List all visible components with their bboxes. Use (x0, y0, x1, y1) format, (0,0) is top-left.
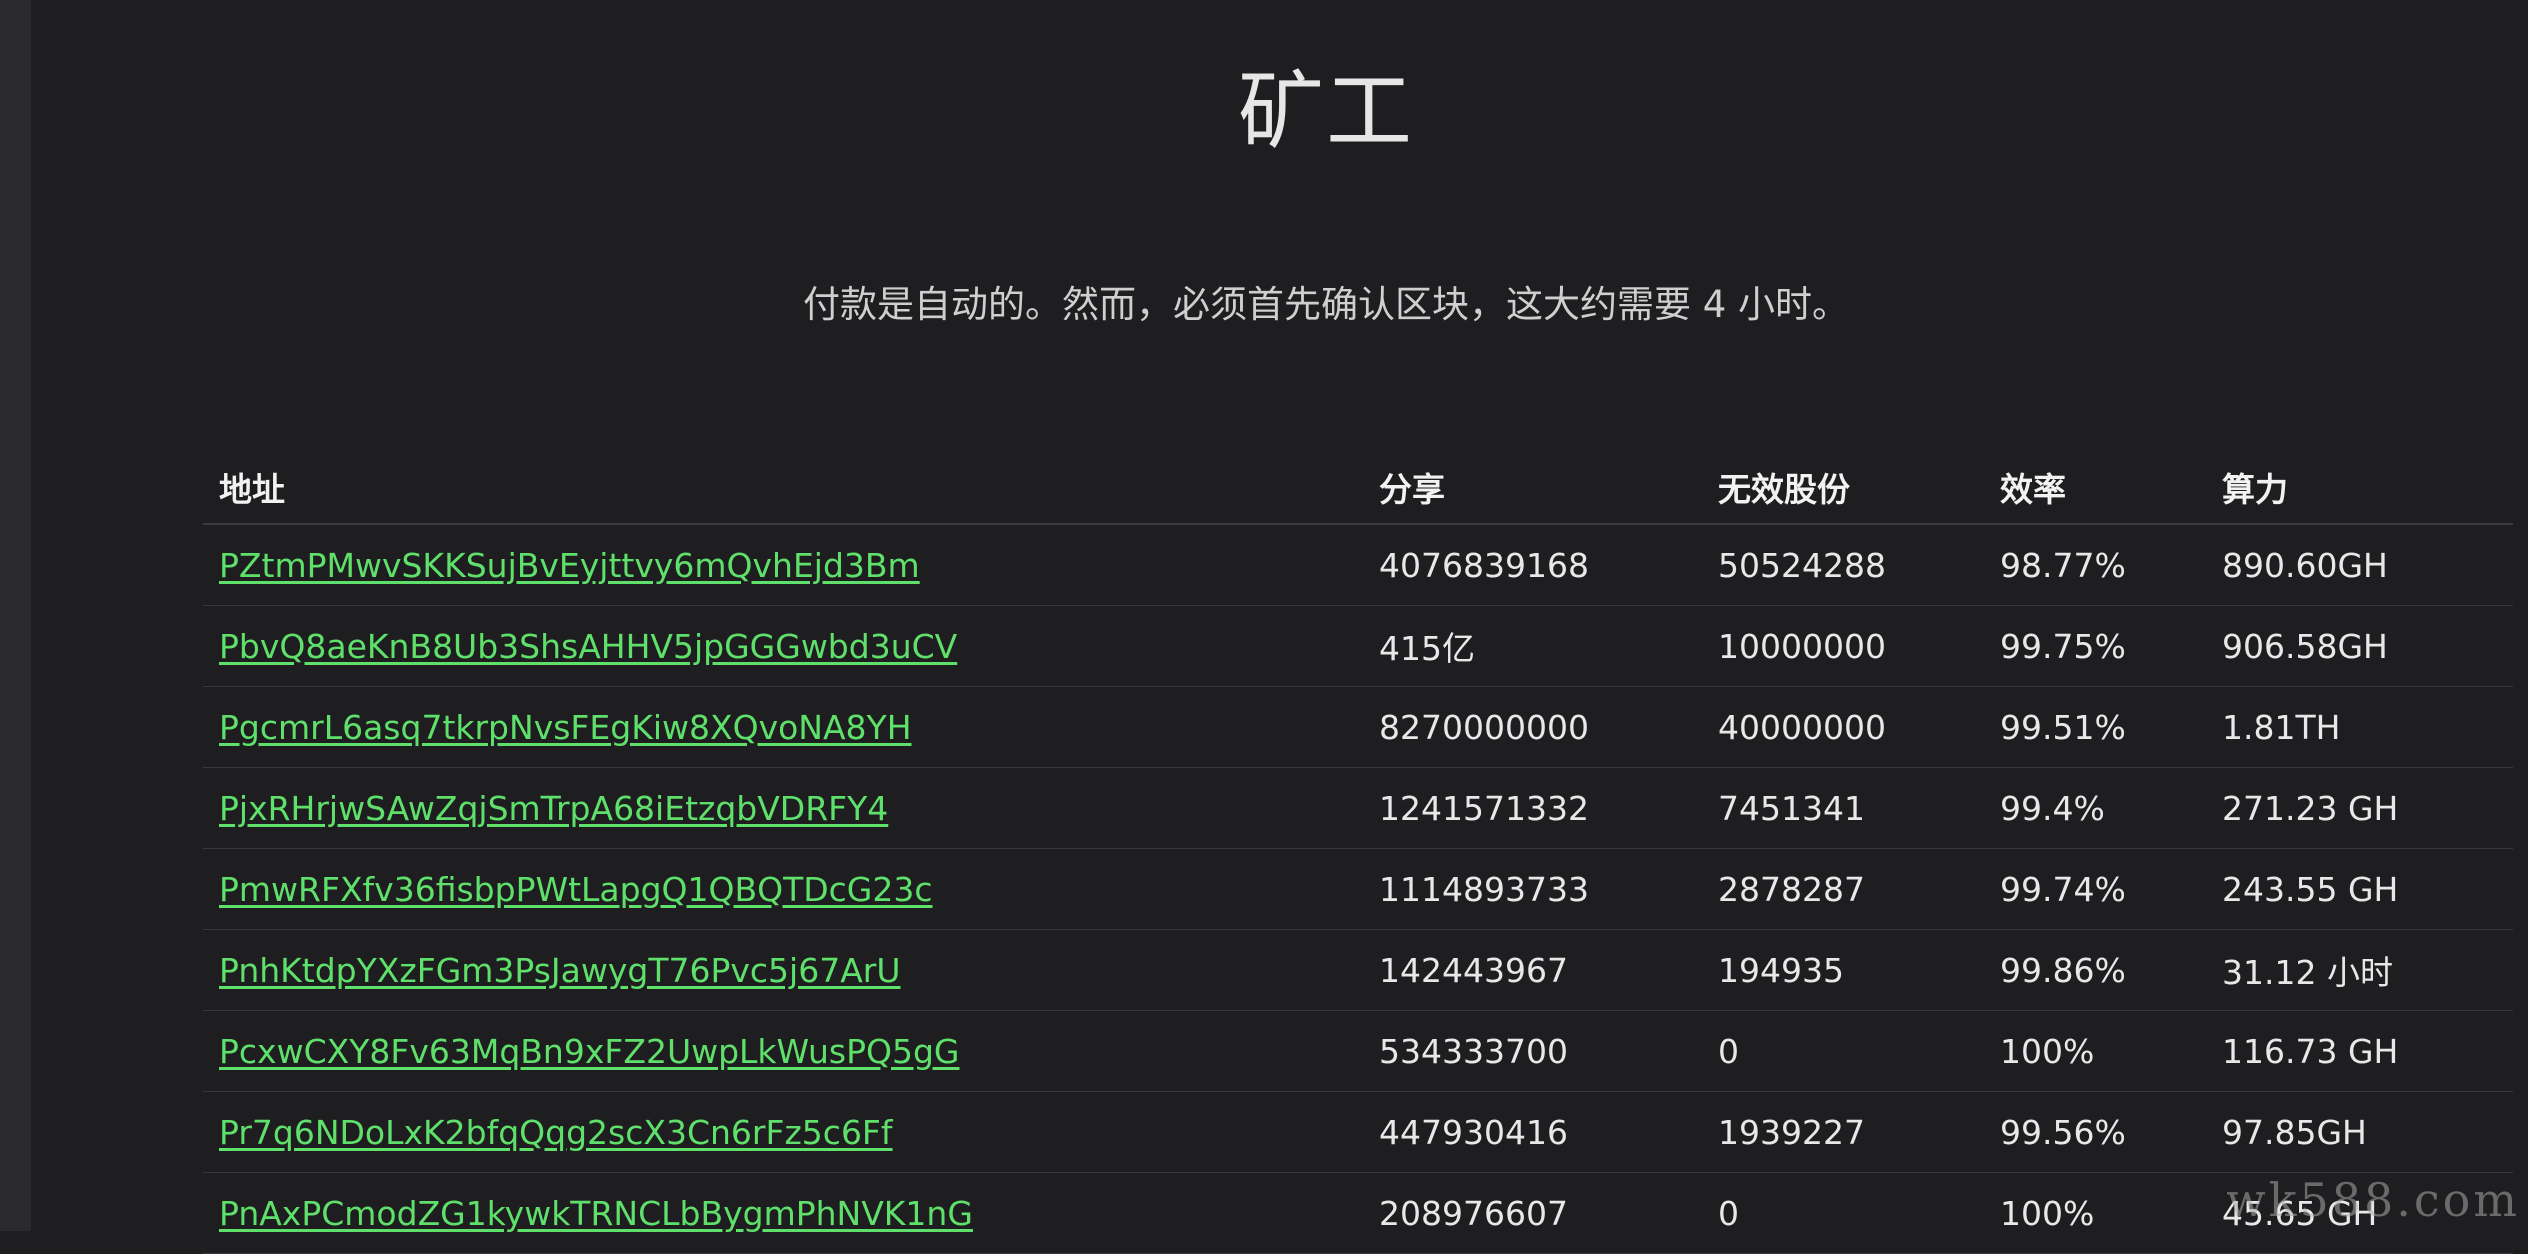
address-cell: PbvQ8aeKnB8Ub3ShsAHHV5jpGGGwbd3uCV (203, 606, 1363, 687)
header-hashrate: 算力 (2206, 450, 2513, 524)
efficiency-cell: 99.56% (1984, 1092, 2206, 1173)
shares-cell: 1114893733 (1363, 849, 1702, 930)
miner-address-link[interactable]: PZtmPMwvSKKSujBvEyjttvy6mQvhEjd3Bm (219, 546, 920, 585)
miner-address-link[interactable]: PmwRFXfv36fisbpPWtLapgQ1QBQTDcG23c (219, 870, 933, 909)
hashrate-cell: 1.81TH (2206, 687, 2513, 768)
miner-address-link[interactable]: Pr7q6NDoLxK2bfqQqg2scX3Cn6rFz5c6Ff (219, 1113, 893, 1152)
shares-cell: 447930416 (1363, 1092, 1702, 1173)
hashrate-cell: 890.60GH (2206, 524, 2513, 606)
header-efficiency: 效率 (1984, 450, 2206, 524)
invalid-shares-cell: 0 (1702, 1011, 1984, 1092)
invalid-shares-cell: 2878287 (1702, 849, 1984, 930)
address-cell: PcxwCXY8Fv63MqBn9xFZ2UwpLkWusPQ5gG (203, 1011, 1363, 1092)
efficiency-cell: 99.51% (1984, 687, 2206, 768)
invalid-shares-cell: 40000000 (1702, 687, 1984, 768)
shares-cell: 8270000000 (1363, 687, 1702, 768)
left-sidebar-strip (0, 0, 31, 1231)
efficiency-cell: 99.74% (1984, 849, 2206, 930)
invalid-shares-cell: 194935 (1702, 930, 1984, 1011)
invalid-shares-cell: 1939227 (1702, 1092, 1984, 1173)
table-row: PnAxPCmodZG1kywkTRNCLbBygmPhNVK1nG 20897… (203, 1173, 2513, 1254)
site-watermark: wk588.com (2226, 1173, 2520, 1227)
shares-cell: 1241571332 (1363, 768, 1702, 849)
shares-cell: 208976607 (1363, 1173, 1702, 1254)
table-row: PgcmrL6asq7tkrpNvsFEgKiw8XQvoNA8YH 82700… (203, 687, 2513, 768)
efficiency-cell: 99.4% (1984, 768, 2206, 849)
hashrate-cell: 243.55 GH (2206, 849, 2513, 930)
address-cell: Pr7q6NDoLxK2bfqQqg2scX3Cn6rFz5c6Ff (203, 1092, 1363, 1173)
miner-address-link[interactable]: PjxRHrjwSAwZqjSmTrpA68iEtzqbVDRFY4 (219, 789, 888, 828)
shares-cell: 415亿 (1363, 606, 1702, 687)
header-shares: 分享 (1363, 450, 1702, 524)
miner-address-link[interactable]: PbvQ8aeKnB8Ub3ShsAHHV5jpGGGwbd3uCV (219, 627, 957, 666)
miner-address-link[interactable]: PnhKtdpYXzFGm3PsJawygT76Pvc5j67ArU (219, 951, 901, 990)
header-address: 地址 (203, 450, 1363, 524)
miners-page: 矿工 付款是自动的。然而，必须首先确认区块，这大约需要 4 小时。 地址 分享 … (31, 0, 2528, 1231)
efficiency-cell: 99.75% (1984, 606, 2206, 687)
hashrate-cell: 906.58GH (2206, 606, 2513, 687)
table-row: PcxwCXY8Fv63MqBn9xFZ2UwpLkWusPQ5gG 53433… (203, 1011, 2513, 1092)
header-invalid-shares: 无效股份 (1702, 450, 1984, 524)
invalid-shares-cell: 7451341 (1702, 768, 1984, 849)
efficiency-cell: 100% (1984, 1011, 2206, 1092)
hashrate-cell: 31.12 小时 (2206, 930, 2513, 1011)
hashrate-cell: 97.85GH (2206, 1092, 2513, 1173)
table-row: PmwRFXfv36fisbpPWtLapgQ1QBQTDcG23c 11148… (203, 849, 2513, 930)
invalid-shares-cell: 10000000 (1702, 606, 1984, 687)
hashrate-cell: 116.73 GH (2206, 1011, 2513, 1092)
table-row: PZtmPMwvSKKSujBvEyjttvy6mQvhEjd3Bm 40768… (203, 524, 2513, 606)
invalid-shares-cell: 50524288 (1702, 524, 1984, 606)
table-row: PjxRHrjwSAwZqjSmTrpA68iEtzqbVDRFY4 12415… (203, 768, 2513, 849)
table-row: PbvQ8aeKnB8Ub3ShsAHHV5jpGGGwbd3uCV 415亿 … (203, 606, 2513, 687)
address-cell: PnhKtdpYXzFGm3PsJawygT76Pvc5j67ArU (203, 930, 1363, 1011)
table-header-row: 地址 分享 无效股份 效率 算力 (203, 450, 2513, 524)
efficiency-cell: 99.86% (1984, 930, 2206, 1011)
shares-cell: 4076839168 (1363, 524, 1702, 606)
efficiency-cell: 100% (1984, 1173, 2206, 1254)
miner-address-link[interactable]: PgcmrL6asq7tkrpNvsFEgKiw8XQvoNA8YH (219, 708, 912, 747)
address-cell: PgcmrL6asq7tkrpNvsFEgKiw8XQvoNA8YH (203, 687, 1363, 768)
page-title: 矿工 (31, 52, 2528, 172)
shares-cell: 534333700 (1363, 1011, 1702, 1092)
efficiency-cell: 98.77% (1984, 524, 2206, 606)
hashrate-cell: 271.23 GH (2206, 768, 2513, 849)
payment-notice: 付款是自动的。然而，必须首先确认区块，这大约需要 4 小时。 (31, 280, 2528, 330)
address-cell: PjxRHrjwSAwZqjSmTrpA68iEtzqbVDRFY4 (203, 768, 1363, 849)
shares-cell: 142443967 (1363, 930, 1702, 1011)
address-cell: PZtmPMwvSKKSujBvEyjttvy6mQvhEjd3Bm (203, 524, 1363, 606)
miner-address-link[interactable]: PnAxPCmodZG1kywkTRNCLbBygmPhNVK1nG (219, 1194, 973, 1233)
address-cell: PnAxPCmodZG1kywkTRNCLbBygmPhNVK1nG (203, 1173, 1363, 1254)
miners-table: 地址 分享 无效股份 效率 算力 PZtmPMwvSKKSujBvEyjttvy… (203, 450, 2513, 1254)
miner-address-link[interactable]: PcxwCXY8Fv63MqBn9xFZ2UwpLkWusPQ5gG (219, 1032, 960, 1071)
table-row: Pr7q6NDoLxK2bfqQqg2scX3Cn6rFz5c6Ff 44793… (203, 1092, 2513, 1173)
table-row: PnhKtdpYXzFGm3PsJawygT76Pvc5j67ArU 14244… (203, 930, 2513, 1011)
invalid-shares-cell: 0 (1702, 1173, 1984, 1254)
address-cell: PmwRFXfv36fisbpPWtLapgQ1QBQTDcG23c (203, 849, 1363, 930)
